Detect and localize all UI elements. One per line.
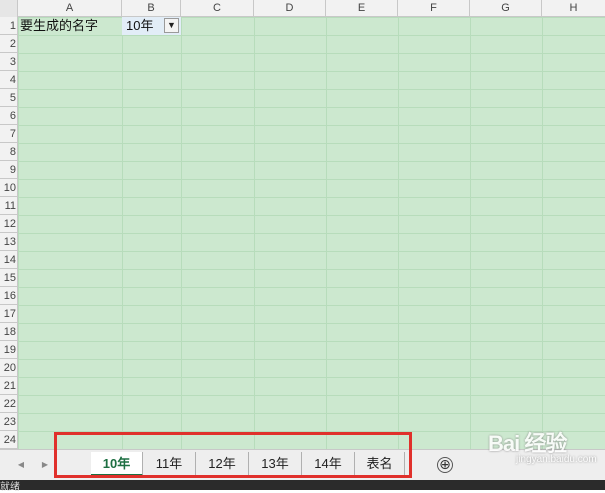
gridline xyxy=(326,17,327,449)
select-all-corner[interactable] xyxy=(0,0,18,17)
row-header[interactable]: 19 xyxy=(0,341,18,359)
row-header[interactable]: 17 xyxy=(0,305,18,323)
row-header[interactable]: 22 xyxy=(0,395,18,413)
row-header[interactable]: 10 xyxy=(0,179,18,197)
row-header[interactable]: 20 xyxy=(0,359,18,377)
row-header-bar: 1 2 3 4 5 6 7 8 9 10 11 12 13 14 15 16 1… xyxy=(0,17,18,449)
gridline xyxy=(254,17,255,449)
row-header[interactable]: 1 xyxy=(0,17,18,35)
sheet-tab-13[interactable]: 13年 xyxy=(249,452,302,476)
row-header[interactable]: 11 xyxy=(0,197,18,215)
column-header-g[interactable]: G xyxy=(470,0,542,17)
gridline xyxy=(398,17,399,449)
status-bar: 就绪 xyxy=(0,480,605,493)
sheet-tab-12[interactable]: 12年 xyxy=(196,452,249,476)
row-header[interactable]: 4 xyxy=(0,71,18,89)
gridline xyxy=(181,17,182,449)
watermark-url: jingyan.baidu.com xyxy=(516,454,597,465)
add-sheet-icon[interactable]: ⊕ xyxy=(437,457,453,473)
cell-grid[interactable]: 要生成的名字 10年 ▼ xyxy=(18,17,605,449)
column-header-b[interactable]: B xyxy=(122,0,181,17)
status-text: 就绪 xyxy=(0,482,20,493)
filter-dropdown-icon[interactable]: ▼ xyxy=(164,18,179,33)
row-header[interactable]: 23 xyxy=(0,413,18,431)
row-header[interactable]: 15 xyxy=(0,269,18,287)
row-header[interactable]: 13 xyxy=(0,233,18,251)
sheet-tab-table-name[interactable]: 表名 xyxy=(355,452,405,476)
column-header-bar: A B C D E F G H xyxy=(0,0,605,17)
gridline xyxy=(470,17,471,449)
row-header[interactable]: 8 xyxy=(0,143,18,161)
column-header-h[interactable]: H xyxy=(542,0,605,17)
row-header[interactable]: 14 xyxy=(0,251,18,269)
column-header-c[interactable]: C xyxy=(181,0,254,17)
sheet-tab-11[interactable]: 11年 xyxy=(143,452,196,476)
scroll-tabs-right-icon[interactable]: ▶ xyxy=(38,458,52,472)
baidu-jingyan-watermark: Bai 经验 jingyan.baidu.com xyxy=(462,420,602,470)
row-header[interactable]: 7 xyxy=(0,125,18,143)
column-header-e[interactable]: E xyxy=(326,0,398,17)
cell-a1[interactable]: 要生成的名字 xyxy=(20,17,98,35)
sheet-tab-10[interactable]: 10年 xyxy=(91,452,143,476)
row-header[interactable]: 21 xyxy=(0,377,18,395)
gridline xyxy=(542,17,543,449)
gridline xyxy=(122,17,123,449)
column-header-f[interactable]: F xyxy=(398,0,470,17)
row-header[interactable]: 6 xyxy=(0,107,18,125)
row-header[interactable]: 2 xyxy=(0,35,18,53)
row-header[interactable]: 3 xyxy=(0,53,18,71)
column-header-a[interactable]: A xyxy=(18,0,122,17)
row-header[interactable]: 5 xyxy=(0,89,18,107)
row-header[interactable]: 12 xyxy=(0,215,18,233)
column-header-d[interactable]: D xyxy=(254,0,326,17)
scroll-tabs-left-icon[interactable]: ◀ xyxy=(14,458,28,472)
row-header[interactable]: 24 xyxy=(0,431,18,449)
row-header[interactable]: 18 xyxy=(0,323,18,341)
sheet-tab-14[interactable]: 14年 xyxy=(302,452,355,476)
row-header[interactable]: 16 xyxy=(0,287,18,305)
row-header[interactable]: 9 xyxy=(0,161,18,179)
